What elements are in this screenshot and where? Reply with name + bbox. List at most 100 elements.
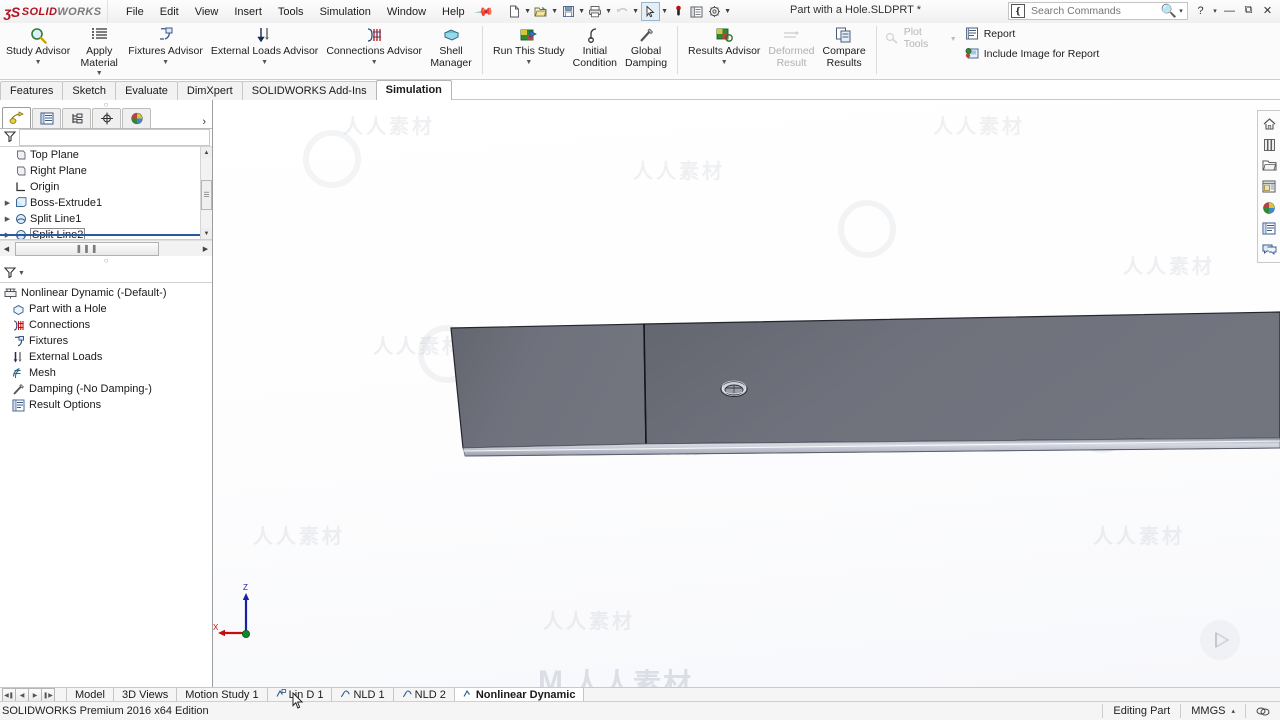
- save-disk-icon[interactable]: [560, 3, 577, 20]
- initial-condition-button[interactable]: Initial Condition: [569, 23, 621, 69]
- search-dropdown-caret[interactable]: ▾: [1177, 7, 1185, 15]
- sim-item-result-options[interactable]: Result Options: [0, 397, 212, 413]
- scroll-left-icon[interactable]: ◀: [0, 245, 13, 253]
- view-palette-icon[interactable]: [1259, 176, 1279, 197]
- tree-item-boss-extrude1[interactable]: ▶ Boss-Extrude1: [0, 195, 212, 211]
- minimize-button[interactable]: —: [1221, 2, 1238, 19]
- new-file-icon[interactable]: [506, 3, 523, 20]
- print-dropdown-caret[interactable]: ▼: [605, 8, 613, 15]
- open-folder-icon[interactable]: [533, 3, 550, 20]
- sim-item-mesh[interactable]: Mesh: [0, 365, 212, 381]
- run-this-study-button[interactable]: Run This Study ▼: [489, 23, 569, 66]
- plot-tools-button[interactable]: Plot Tools ▼: [881, 25, 961, 52]
- property-manager-tab[interactable]: [32, 108, 61, 128]
- panel-top-grip[interactable]: ○: [0, 100, 212, 109]
- gear-icon[interactable]: [706, 3, 723, 20]
- doc-tab-nonlinear-dynamic[interactable]: Nonlinear Dynamic: [454, 688, 585, 702]
- include-image-for-report-button[interactable]: Include Image for Report: [961, 45, 1104, 65]
- menu-tools[interactable]: Tools: [270, 3, 312, 21]
- connections-advisor-dropdown-caret[interactable]: ▼: [371, 59, 378, 66]
- global-damping-button[interactable]: Global Damping: [621, 23, 671, 69]
- tree-expander[interactable]: ▶: [2, 199, 13, 207]
- apply-material-dropdown-caret[interactable]: ▼: [96, 70, 103, 77]
- tree-expander[interactable]: ▶: [2, 215, 13, 223]
- doc-tab-nld-1[interactable]: NLD 1: [332, 688, 394, 702]
- solidworks-resources-icon[interactable]: [1259, 113, 1279, 134]
- three-d-model[interactable]: [213, 100, 1280, 688]
- restore-button[interactable]: ⧉: [1240, 2, 1257, 19]
- panel-split-grip[interactable]: ○: [0, 256, 212, 265]
- rebuild-icon[interactable]: [670, 3, 687, 20]
- menu-simulation[interactable]: Simulation: [312, 3, 379, 21]
- undo-dropdown-caret[interactable]: ▼: [632, 8, 640, 15]
- vscroll-thumb[interactable]: ☰: [201, 180, 212, 210]
- last-tab-icon[interactable]: ❚▶: [41, 688, 55, 702]
- report-button[interactable]: Report: [961, 25, 1104, 45]
- sim-item-part-with-a-hole[interactable]: Part with a Hole: [0, 301, 212, 317]
- magnifier-icon[interactable]: 🔍: [1161, 3, 1177, 19]
- appearances-scenes-icon[interactable]: [1259, 197, 1279, 218]
- sim-item-fixtures[interactable]: Fixtures: [0, 333, 212, 349]
- hscroll-thumb[interactable]: ❚❚❚: [15, 241, 159, 256]
- scroll-right-icon[interactable]: ▶: [199, 245, 212, 253]
- compare-results-button[interactable]: Compare Results: [819, 23, 870, 69]
- tab-solidworks-add-ins[interactable]: SOLIDWORKS Add-Ins: [241, 81, 377, 100]
- fixtures-advisor-button[interactable]: Fixtures Advisor ▼: [124, 23, 207, 66]
- properties-list-icon[interactable]: [688, 3, 705, 20]
- menu-window[interactable]: Window: [379, 3, 434, 21]
- tab-simulation[interactable]: Simulation: [375, 80, 452, 100]
- feature-manager-tab[interactable]: [2, 107, 31, 128]
- status-units[interactable]: MMGS ▴: [1180, 704, 1245, 718]
- doc-tab-motion-study-1[interactable]: Motion Study 1: [177, 688, 268, 702]
- help-button[interactable]: ?: [1192, 2, 1209, 19]
- results-advisor-dropdown-caret[interactable]: ▼: [721, 59, 728, 66]
- tab-evaluate[interactable]: Evaluate: [115, 81, 178, 100]
- save-dropdown-caret[interactable]: ▼: [578, 8, 586, 15]
- tab-features[interactable]: Features: [0, 81, 64, 100]
- filter-funnel-icon[interactable]: [3, 130, 17, 145]
- filter-funnel-icon[interactable]: [3, 266, 17, 281]
- search-input[interactable]: [1029, 4, 1153, 18]
- tree-item-top-plane[interactable]: Top Plane: [0, 147, 212, 163]
- external-loads-advisor-button[interactable]: External Loads Advisor ▼: [207, 23, 322, 66]
- dimxpert-manager-tab[interactable]: [92, 108, 121, 128]
- pushpin-icon[interactable]: 📌: [474, 1, 494, 21]
- apply-material-button[interactable]: Apply Material ▼: [74, 23, 124, 77]
- deformed-result-button[interactable]: Deformed Result: [764, 23, 818, 69]
- select-dropdown-caret[interactable]: ▼: [661, 8, 669, 15]
- feature-tree-vscrollbar[interactable]: ▲ ☰ ▼: [200, 147, 212, 239]
- tree-item-right-plane[interactable]: Right Plane: [0, 163, 212, 179]
- menu-help[interactable]: Help: [434, 3, 473, 21]
- custom-properties-icon[interactable]: [1259, 218, 1279, 239]
- overlay-icon[interactable]: [1245, 704, 1280, 718]
- results-advisor-button[interactable]: Results Advisor ▼: [684, 23, 764, 66]
- menu-file[interactable]: File: [118, 3, 152, 21]
- undo-arrow-icon[interactable]: [614, 3, 631, 20]
- connections-advisor-button[interactable]: Connections Advisor ▼: [322, 23, 426, 66]
- first-tab-icon[interactable]: ◀❚: [2, 688, 16, 702]
- fixtures-advisor-dropdown-caret[interactable]: ▼: [162, 59, 169, 66]
- sim-item-damping[interactable]: Damping (-No Damping-): [0, 381, 212, 397]
- configuration-manager-tab[interactable]: [62, 108, 91, 128]
- shell-manager-button[interactable]: Shell Manager: [426, 23, 476, 69]
- run-this-study-dropdown-caret[interactable]: ▼: [525, 59, 532, 66]
- sim-item-nonlinear-dynamic[interactable]: Nonlinear Dynamic (-Default-): [0, 285, 212, 301]
- display-manager-tab[interactable]: [122, 108, 151, 128]
- sim-item-external-loads[interactable]: External Loads: [0, 349, 212, 365]
- help-dropdown-caret[interactable]: ▾: [1211, 7, 1219, 15]
- external-loads-dropdown-caret[interactable]: ▼: [261, 59, 268, 66]
- simulation-filter-caret[interactable]: ▼: [18, 270, 25, 277]
- close-button[interactable]: ✕: [1259, 2, 1276, 19]
- doc-tab-nld-2[interactable]: NLD 2: [394, 688, 455, 702]
- printer-icon[interactable]: [587, 3, 604, 20]
- tree-item-split-line1[interactable]: ▶ Split Line1: [0, 211, 212, 227]
- feature-tree-hscrollbar[interactable]: ◀ ❚❚❚ ▶: [0, 240, 212, 256]
- study-advisor-button[interactable]: Study Advisor ▼: [2, 23, 74, 66]
- select-pointer-icon[interactable]: [640, 2, 660, 21]
- tab-sketch[interactable]: Sketch: [62, 81, 117, 100]
- panel-expand-caret[interactable]: ›: [202, 116, 206, 128]
- units-dropdown-caret[interactable]: ▴: [1231, 707, 1235, 715]
- search-commands-box[interactable]: ❴ 🔍 ▾: [1008, 2, 1188, 20]
- doc-tab-3d-views[interactable]: 3D Views: [114, 688, 178, 702]
- scroll-up-icon[interactable]: ▲: [201, 147, 212, 158]
